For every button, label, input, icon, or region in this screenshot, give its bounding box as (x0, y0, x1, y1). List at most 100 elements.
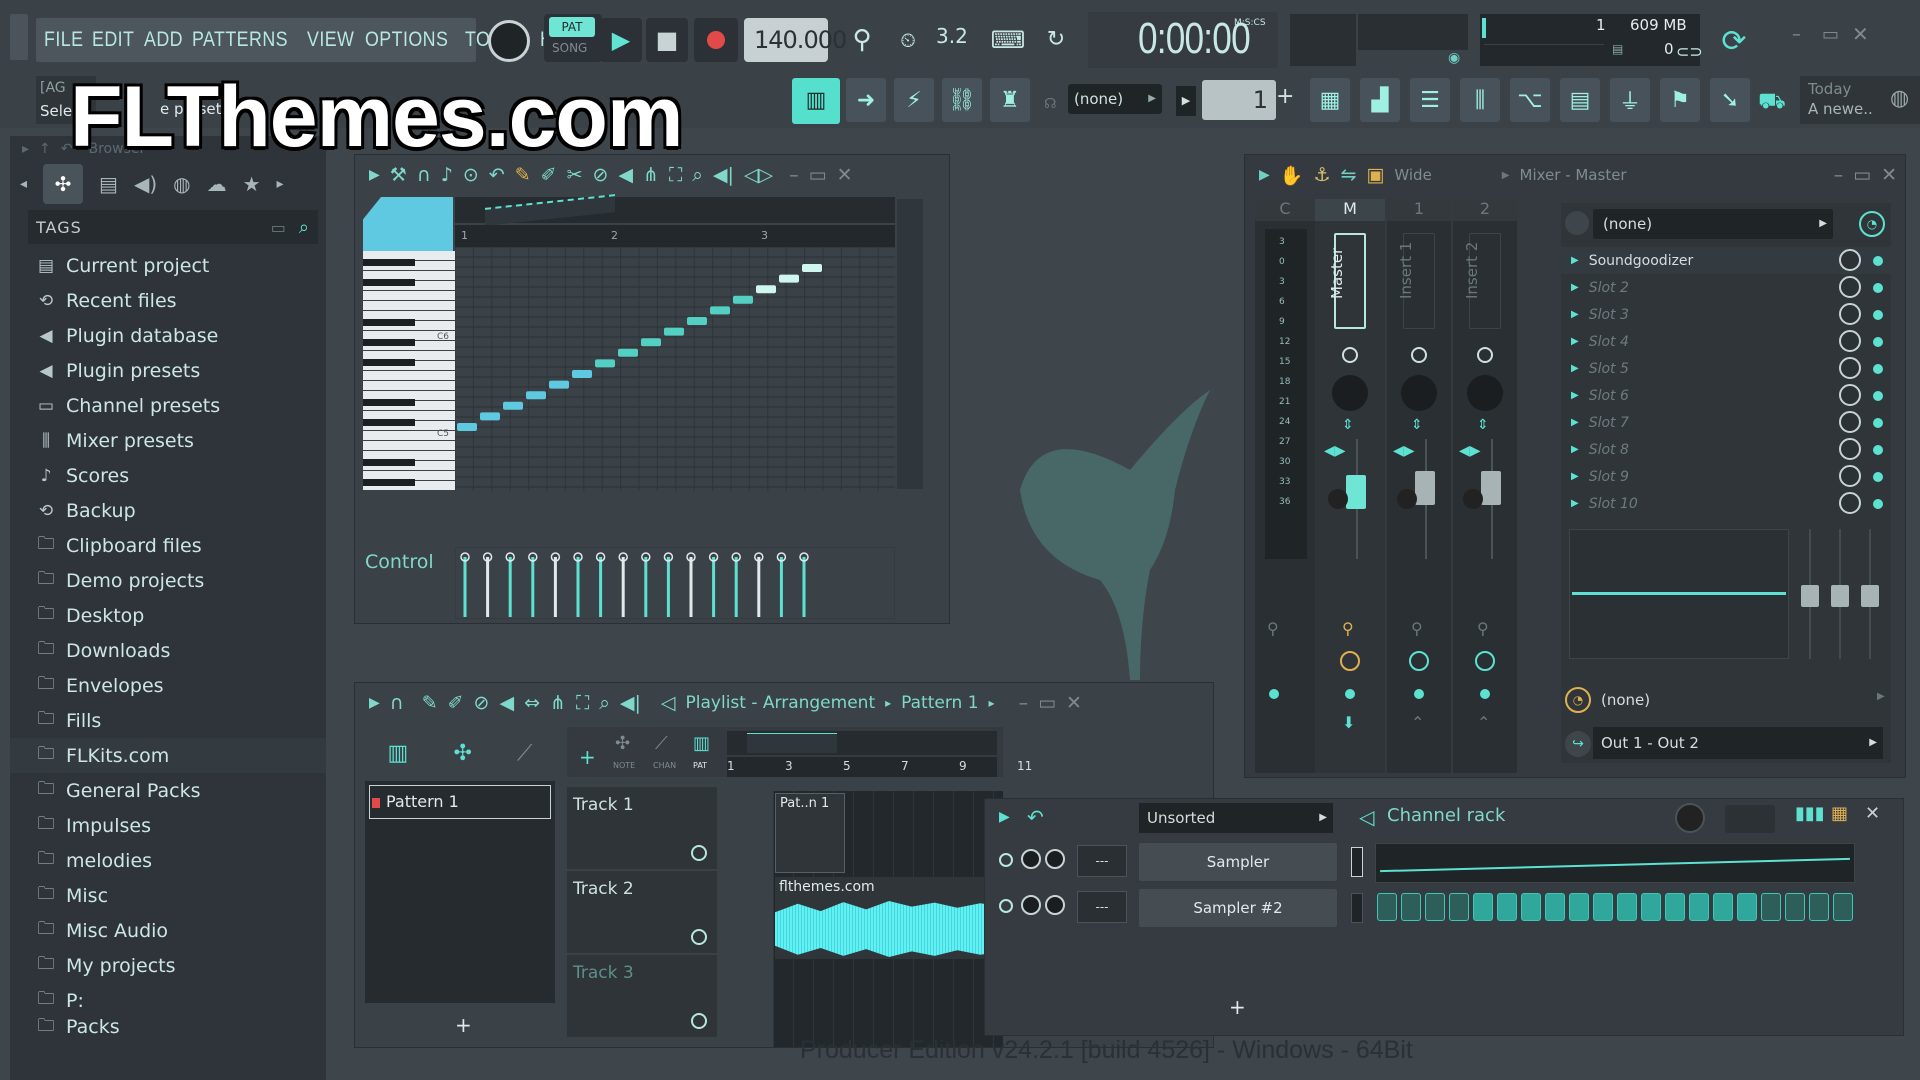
slot-led[interactable] (1873, 391, 1883, 401)
step-button[interactable] (1497, 893, 1517, 921)
mute-led[interactable] (1342, 347, 1358, 363)
main-volume-knob[interactable] (488, 20, 530, 62)
note-icon[interactable]: ♪ (441, 164, 453, 186)
step-value-field[interactable]: 1 (1202, 80, 1276, 120)
midi-note[interactable] (802, 264, 822, 272)
clock-icon[interactable] (1409, 651, 1429, 671)
menu-view[interactable]: VIEW (307, 28, 354, 52)
add-track-button[interactable]: + (579, 745, 596, 769)
volume-fader[interactable] (1346, 475, 1366, 509)
slot-led[interactable] (1873, 418, 1883, 428)
loop-record-icon[interactable]: ↻ (1036, 18, 1076, 62)
time-display[interactable]: 0:00:00 M:S:CS (1088, 12, 1278, 68)
browser-item[interactable]: 🗀 General Packs (10, 773, 326, 808)
maximize-icon[interactable]: ▭ (1853, 164, 1871, 186)
channel-rack-button[interactable]: ☰ (1410, 78, 1450, 122)
browser-item[interactable]: 🗀 Impulses (10, 808, 326, 843)
chevron-up-icon[interactable]: ⌃ (1411, 713, 1424, 732)
maximize-icon[interactable]: ▭ (1038, 692, 1056, 714)
playlist-overview[interactable] (727, 731, 997, 755)
caret-right-icon[interactable]: ▸ (22, 141, 29, 157)
channel-volume-knob[interactable] (1021, 895, 1041, 915)
channel-pan-knob[interactable] (1045, 895, 1065, 915)
metronome-icon[interactable]: ⚲ (842, 18, 882, 62)
volume-fader[interactable] (1415, 471, 1435, 505)
step-button[interactable] (1449, 893, 1469, 921)
slot-mix-knob[interactable] (1839, 249, 1861, 271)
strip-led[interactable] (1480, 689, 1490, 699)
piano-roll-timeline[interactable]: 1 2 3 (455, 225, 895, 247)
volume-fader[interactable] (1481, 471, 1501, 505)
swing-knob[interactable] (1675, 803, 1705, 833)
fx-slot[interactable]: ▶ Slot 4 (1561, 328, 1891, 355)
fx-slot[interactable]: ▶ Slot 7 (1561, 409, 1891, 436)
menu-add[interactable]: ADD (144, 28, 183, 52)
step-button[interactable] (1425, 893, 1445, 921)
note-grid[interactable] (455, 247, 895, 491)
browser-item[interactable]: 🗀 Misc (10, 878, 326, 913)
browser-item[interactable]: ⟲ Recent files (10, 283, 326, 318)
fx-slot[interactable]: ▶ Slot 3 (1561, 301, 1891, 328)
step-button[interactable] (1665, 893, 1685, 921)
browser-item[interactable]: ▤ Current project (10, 248, 326, 283)
document-tab-icon[interactable]: ▤ (99, 172, 118, 196)
browser-item[interactable]: 🗀 Desktop (10, 598, 326, 633)
track-header[interactable]: Track 3 (567, 955, 717, 1037)
slot-led[interactable] (1873, 310, 1883, 320)
channel-select[interactable] (1351, 847, 1363, 877)
browser-item[interactable]: 🗀 Fills (10, 703, 326, 738)
automation-icon[interactable]: ⟋ (517, 741, 532, 773)
channel-led[interactable] (999, 899, 1013, 913)
playback-icon[interactable]: ◀| (713, 164, 734, 186)
speaker-tab-icon[interactable]: ◀) (134, 172, 157, 196)
brush-icon[interactable]: ✐ (448, 692, 464, 714)
fx-slot[interactable]: ▶ Slot 10 (1561, 490, 1891, 517)
track-mute-led[interactable] (691, 845, 707, 861)
step-button[interactable] (1713, 893, 1733, 921)
browser-button[interactable]: ⌥ (1510, 78, 1550, 122)
undo-icon[interactable]: ↶ (489, 164, 505, 186)
mixer-track-select[interactable]: --- (1077, 845, 1127, 877)
close-icon[interactable]: ✕ (837, 164, 853, 186)
step-button[interactable] (1401, 893, 1421, 921)
clock-icon[interactable]: ◔ (1565, 687, 1591, 713)
midi-note[interactable] (641, 338, 661, 347)
maximize-icon[interactable]: ▭ (1822, 24, 1839, 45)
clock-icon[interactable] (1475, 651, 1495, 671)
menu-patterns[interactable]: PATTERNS (192, 28, 288, 52)
plugin-button[interactable]: ⏚ (1610, 78, 1650, 122)
stereo-icon[interactable]: ◀▶ (1393, 443, 1415, 459)
slot-mix-knob[interactable] (1839, 303, 1861, 325)
zoom-icon[interactable]: ⌕ (692, 164, 703, 186)
midi-note[interactable] (457, 423, 477, 431)
arrows-icon[interactable]: ⇕ (1342, 417, 1354, 433)
track-header[interactable]: Track 2 (567, 871, 717, 953)
minimize-icon[interactable]: – (1019, 692, 1029, 714)
play-arrow-icon[interactable]: ▶ (369, 695, 380, 711)
slot-led[interactable] (1873, 364, 1883, 374)
browser-item[interactable]: 🗀 Misc Audio (10, 913, 326, 948)
add-channel-button[interactable]: + (1229, 995, 1246, 1019)
mixer-strip[interactable]: M Master ⇕ ◀▶ ⚲ ⬇ (1315, 199, 1385, 773)
output-icon[interactable]: ↪ (1565, 731, 1591, 757)
mute-led[interactable] (1477, 347, 1493, 363)
piano-icon[interactable]: ▦ (1831, 803, 1848, 824)
hat-tool[interactable]: ♜ (990, 78, 1030, 122)
slot-mix-knob[interactable] (1839, 438, 1861, 460)
strip-led[interactable] (1345, 689, 1355, 699)
zoom-icon[interactable]: ⌕ (599, 692, 610, 714)
midi-note[interactable] (710, 306, 730, 315)
channel-led[interactable] (999, 853, 1013, 867)
slot-mix-knob[interactable] (1839, 276, 1861, 298)
arrow-tool[interactable]: ➜ (846, 78, 886, 122)
close-icon[interactable]: ✕ (1852, 22, 1869, 46)
mixer-button[interactable]: ⫼ (1460, 78, 1500, 122)
mixer-strip[interactable]: 2 Insert 2 ⇕ ◀▶ ⚲ ⌃ (1453, 199, 1517, 773)
browser-item[interactable]: ◀ Plugin presets (10, 353, 326, 388)
step-button[interactable] (1689, 893, 1709, 921)
stereo-icon[interactable]: ◀▶ (1324, 443, 1346, 459)
hand-icon[interactable]: ✋ (1280, 164, 1304, 187)
brush-icon[interactable]: ✐ (541, 164, 557, 186)
browser-item[interactable]: ♪ Scores (10, 458, 326, 493)
mute-icon[interactable]: ⊘ (474, 692, 490, 714)
